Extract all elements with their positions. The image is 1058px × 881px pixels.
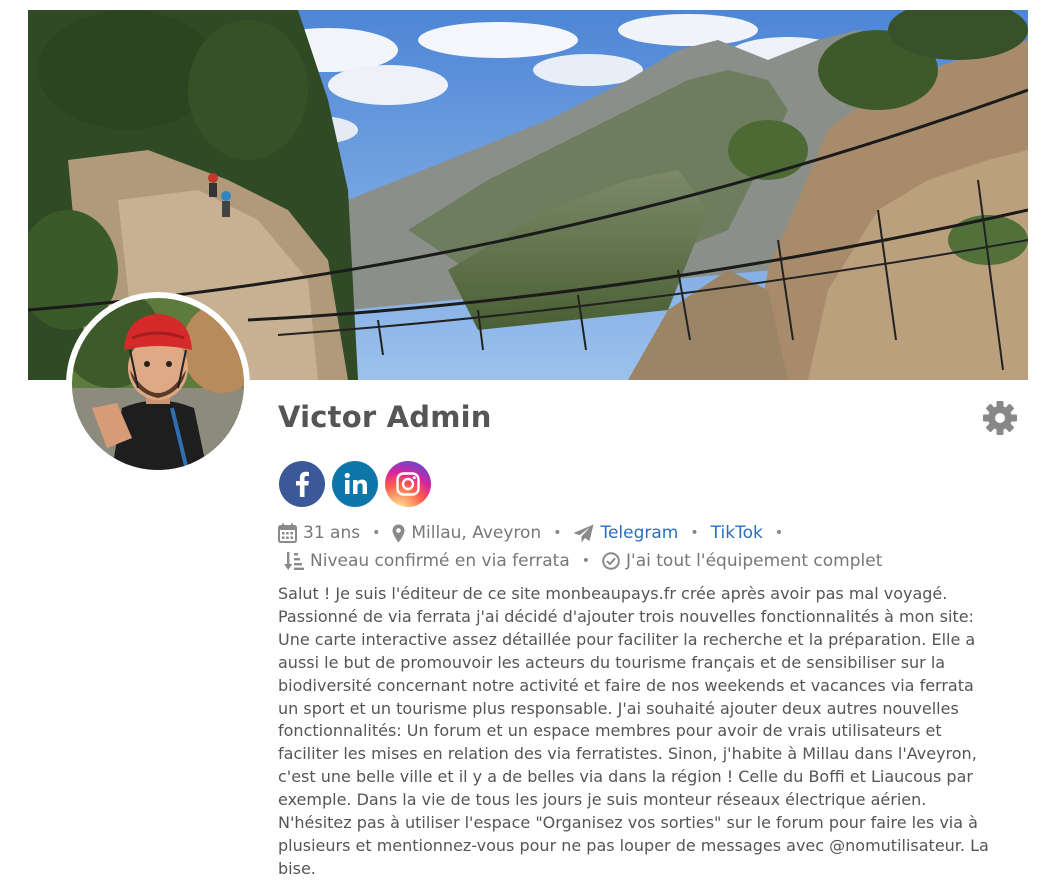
settings-button[interactable] [982, 400, 1018, 436]
facebook-button[interactable] [279, 461, 325, 507]
social-links [279, 461, 431, 507]
separator-dot: • [581, 553, 591, 569]
profile-meta-line-2: Niveau confirmé en via ferrata • J'ai to… [278, 551, 882, 571]
telegram-link[interactable]: Telegram [600, 523, 678, 543]
map-marker-icon [392, 524, 405, 543]
instagram-button[interactable] [385, 461, 431, 507]
instagram-icon [396, 472, 420, 496]
profile-bio: Salut ! Je suis l'éditeur de ce site mon… [278, 584, 989, 878]
profile-meta-line-1: 31 ans • Millau, Aveyron • Telegram • Ti… [278, 523, 795, 543]
level-text: Niveau confirmé en via ferrata [310, 551, 570, 571]
separator-dot: • [553, 525, 562, 541]
calendar-icon [278, 523, 297, 543]
age-text: 31 ans [303, 523, 361, 543]
separator-dot: • [690, 525, 699, 541]
separator-dot: • [372, 525, 381, 541]
check-circle-icon [602, 552, 620, 570]
location-text: Millau, Aveyron [411, 523, 542, 543]
linkedin-icon [344, 472, 367, 494]
linkedin-button[interactable] [332, 461, 378, 507]
gear-icon [983, 401, 1017, 435]
equipment-text: J'ai tout l'équipement complet [626, 551, 883, 571]
profile-name: Victor Admin [278, 400, 492, 434]
tiktok-link[interactable]: TikTok [711, 523, 763, 543]
avatar [66, 292, 250, 476]
paper-plane-icon [573, 524, 594, 543]
facebook-icon [296, 471, 309, 497]
separator-dot: • [774, 525, 784, 541]
sort-level-icon [284, 551, 304, 571]
